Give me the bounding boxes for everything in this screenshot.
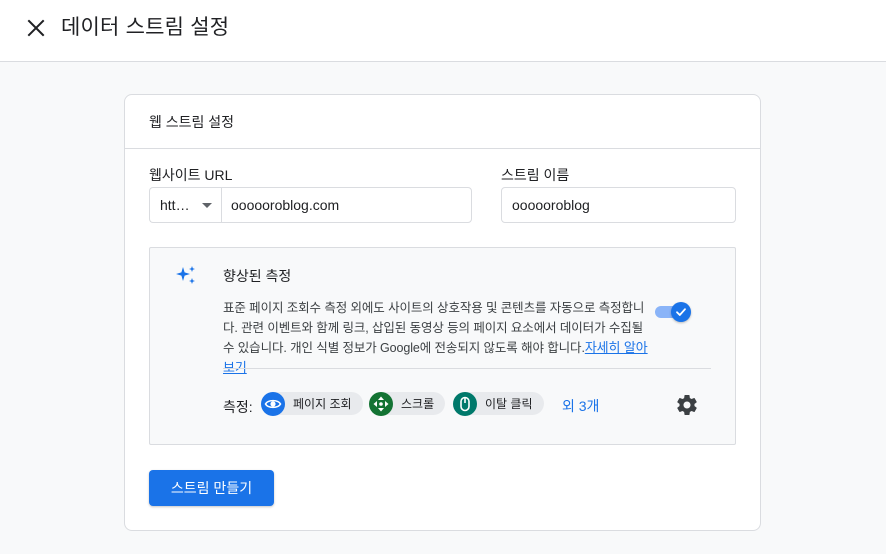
top-bar: 데이터 스트림 설정 [0,0,886,62]
page-title: 데이터 스트림 설정 [61,16,230,39]
close-button[interactable] [22,14,50,42]
protocol-select[interactable]: htt… [149,187,221,223]
chevron-down-icon [201,202,212,208]
chip-scroll: 스크롤 [369,391,446,416]
gear-icon[interactable] [675,393,699,417]
check-icon [676,308,686,316]
chip-outbound-clicks: 이탈 클릭 [453,391,544,416]
enhanced-measurement-title: 향상된 측정 [223,268,292,284]
chip-label: 스크롤 [401,397,435,411]
website-url-value: oooooroblog.com [231,197,340,213]
move-arrows-icon [369,391,393,416]
chip-label: 페이지 조회 [293,397,352,411]
description-text: 표준 페이지 조회수 측정 외에도 사이트의 상호작용 및 콘텐츠를 자동으로 … [223,301,645,355]
more-measurements-link[interactable]: 외 3개 [562,396,599,416]
chip-label: 이탈 클릭 [485,397,533,411]
toggle-thumb [671,302,691,322]
stream-name-label: 스트림 이름 [501,167,570,183]
measurements-label: 측정: [223,399,253,415]
stream-name-input[interactable]: oooooroblog [501,187,736,223]
close-icon [27,19,45,37]
card-title: 웹 스트림 설정 [149,113,235,130]
web-stream-settings-card: 웹 스트림 설정 웹사이트 URL htt… oooooroblog.com 스… [124,94,761,531]
divider [223,368,711,369]
sparkle-icon [176,266,195,284]
website-url-input[interactable]: oooooroblog.com [221,187,472,223]
enhanced-measurement-toggle[interactable] [655,301,693,323]
stream-name-value: oooooroblog [512,197,590,213]
chip-page-views: 페이지 조회 [261,391,363,416]
website-url-group: htt… oooooroblog.com [149,187,472,223]
create-stream-button[interactable]: 스트림 만들기 [149,470,274,506]
enhanced-measurement-panel: 향상된 측정 표준 페이지 조회수 측정 외에도 사이트의 상호작용 및 콘텐츠… [149,247,736,445]
protocol-value: htt… [160,197,190,213]
card-header: 웹 스트림 설정 [125,95,760,149]
website-url-label: 웹사이트 URL [149,167,233,183]
mouse-icon [453,391,477,416]
eye-icon [261,391,285,416]
enhanced-measurement-description: 표준 페이지 조회수 측정 외에도 사이트의 상호작용 및 콘텐츠를 자동으로 … [223,298,653,378]
